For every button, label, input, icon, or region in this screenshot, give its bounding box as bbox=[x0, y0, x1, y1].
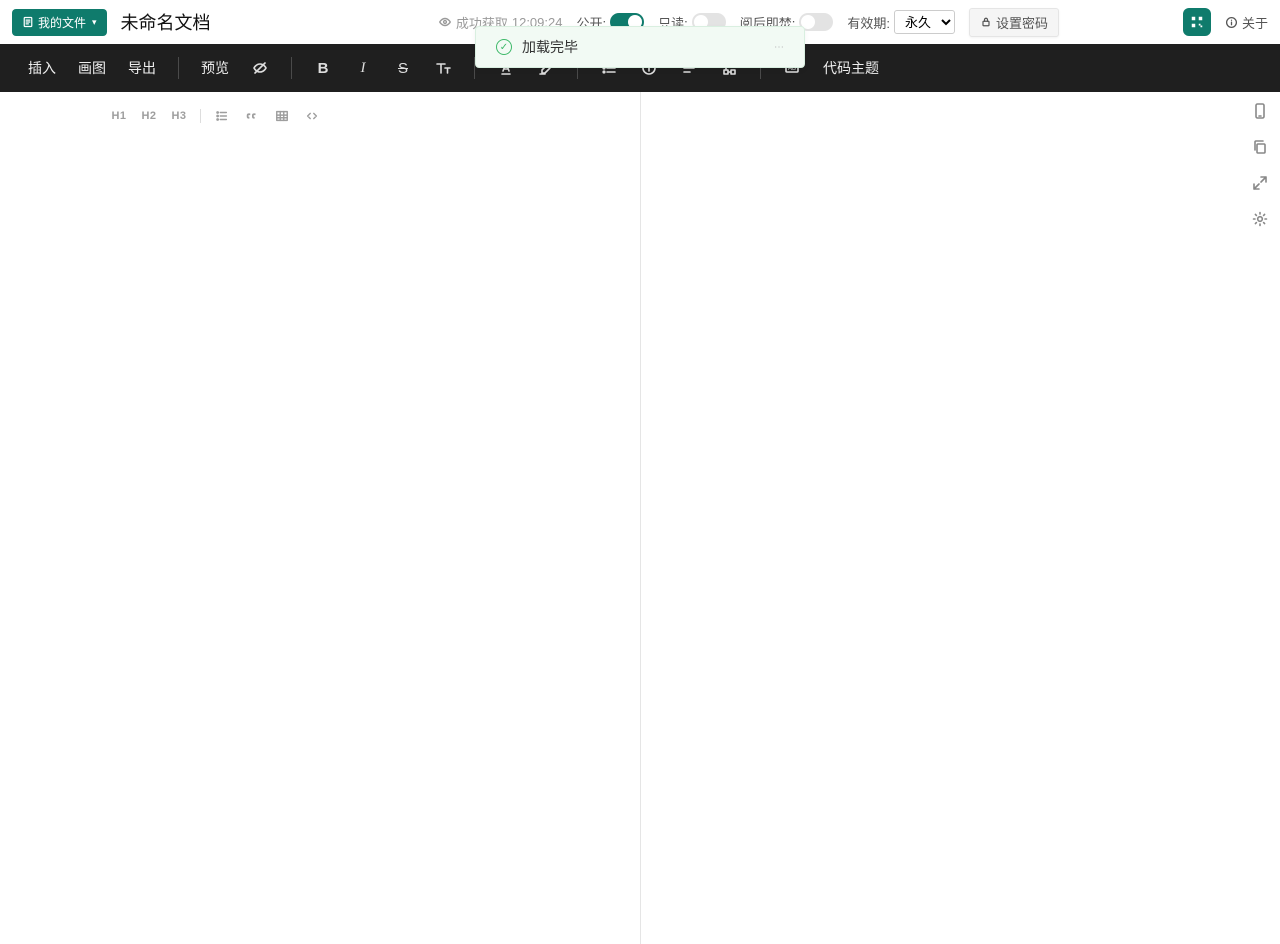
copy-icon[interactable] bbox=[1251, 138, 1269, 156]
h2-button[interactable]: H2 bbox=[140, 108, 158, 124]
notification-message: 加载完毕 bbox=[522, 37, 578, 57]
secondary-separator bbox=[200, 109, 201, 123]
content-area: H1 H2 H3 bbox=[0, 92, 1280, 944]
bullet-list-icon[interactable] bbox=[213, 108, 231, 124]
check-icon: ✓ bbox=[496, 39, 512, 55]
close-icon[interactable]: ⋯ bbox=[774, 42, 784, 53]
set-password-button[interactable]: 设置密码 bbox=[969, 8, 1059, 37]
phone-outline-icon[interactable] bbox=[1251, 102, 1269, 120]
code-icon[interactable] bbox=[303, 108, 321, 124]
table-icon[interactable] bbox=[273, 108, 291, 124]
set-password-label: 设置密码 bbox=[996, 13, 1048, 32]
preview-pane bbox=[641, 92, 1280, 944]
toolbar-export[interactable]: 导出 bbox=[128, 58, 156, 78]
info-icon bbox=[1225, 16, 1238, 29]
validity-label: 有效期: bbox=[847, 13, 890, 32]
strike-icon[interactable]: S bbox=[394, 59, 412, 77]
chevron-down-icon: ▾ bbox=[92, 17, 97, 28]
about-link[interactable]: 关于 bbox=[1225, 13, 1268, 32]
notification-toast: ✓ 加载完毕 ⋯ bbox=[475, 26, 805, 68]
toolbar-insert[interactable]: 插入 bbox=[28, 58, 56, 78]
h1-button[interactable]: H1 bbox=[110, 108, 128, 124]
file-list-icon bbox=[22, 16, 34, 28]
secondary-toolbar: H1 H2 H3 bbox=[0, 98, 640, 134]
right-sidebar bbox=[1240, 92, 1280, 228]
lock-icon bbox=[980, 16, 992, 28]
validity-group: 有效期: 永久 bbox=[847, 10, 955, 34]
document-title[interactable]: 未命名文档 bbox=[121, 9, 211, 35]
toolbar-separator bbox=[291, 57, 292, 79]
bold-icon[interactable]: B bbox=[314, 59, 332, 77]
h3-button[interactable]: H3 bbox=[170, 108, 188, 124]
validity-select[interactable]: 永久 bbox=[894, 10, 955, 34]
hidden-eye-icon[interactable] bbox=[251, 59, 269, 77]
qr-icon bbox=[1190, 15, 1204, 29]
toolbar-separator bbox=[178, 57, 179, 79]
gear-icon[interactable] bbox=[1251, 210, 1269, 228]
toolbar-draw[interactable]: 画图 bbox=[78, 58, 106, 78]
eye-icon bbox=[438, 15, 452, 29]
quote-icon[interactable] bbox=[243, 108, 261, 124]
my-files-label: 我的文件 bbox=[38, 14, 86, 31]
toolbar-preview[interactable]: 预览 bbox=[201, 58, 229, 78]
expand-icon[interactable] bbox=[1251, 174, 1269, 192]
qr-button[interactable] bbox=[1183, 8, 1211, 36]
font-size-icon[interactable] bbox=[434, 59, 452, 77]
toolbar-code-theme[interactable]: 代码主题 bbox=[823, 58, 879, 78]
about-label: 关于 bbox=[1242, 13, 1268, 32]
editor-pane[interactable]: H1 H2 H3 bbox=[0, 92, 641, 944]
italic-icon[interactable]: I bbox=[354, 59, 372, 77]
my-files-button[interactable]: 我的文件 ▾ bbox=[12, 9, 107, 36]
